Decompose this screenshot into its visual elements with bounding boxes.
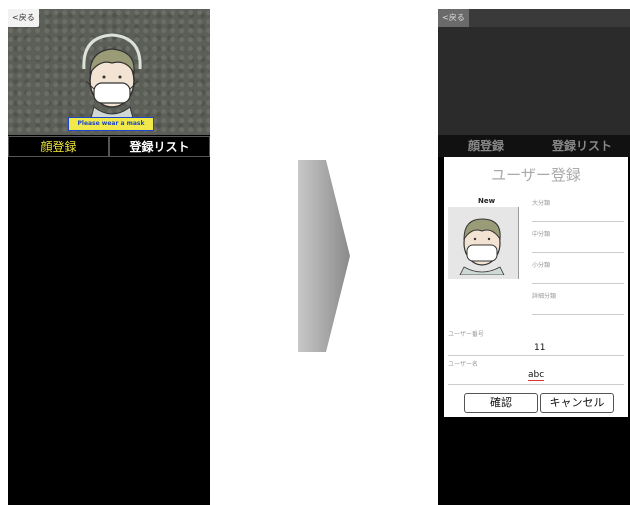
- right-phone-screen: <戻る 顔登録 登録リスト ユーザー登録 New 大分類 中分類 小分類 詳細分…: [438, 9, 630, 505]
- user-name-label: ユーザー名: [448, 361, 478, 368]
- dialog-title: ユーザー登録: [491, 166, 581, 184]
- category-detail-label: 詳細分類: [532, 293, 557, 300]
- tab-bar: 顔登録 登録リスト: [8, 136, 210, 157]
- category-small-field[interactable]: [532, 283, 624, 284]
- user-number-field[interactable]: [448, 355, 624, 356]
- new-label: New: [478, 197, 496, 205]
- category-large-label: 大分類: [532, 200, 551, 207]
- user-name-field-line: [448, 384, 624, 385]
- category-medium-label: 中分類: [532, 231, 551, 238]
- tab-register-list[interactable]: 登録リスト: [534, 135, 630, 157]
- user-name-input[interactable]: abc: [528, 370, 588, 381]
- dialog-buttons: 確認 キャンセル: [464, 393, 614, 413]
- user-registration-dialog: ユーザー登録 New 大分類 中分類 小分類 詳細分類 ユーザー番号 11 ユー…: [444, 157, 628, 417]
- cancel-button[interactable]: キャンセル: [540, 393, 614, 413]
- camera-preview-dark: <戻る: [438, 9, 630, 135]
- detection-label: Please wear a mask: [68, 117, 154, 131]
- tab-face-register[interactable]: 顔登録: [8, 136, 109, 157]
- confirm-button[interactable]: 確認: [464, 393, 538, 413]
- face-thumbnail: [459, 218, 505, 275]
- back-button[interactable]: <戻る: [438, 9, 469, 27]
- tab-face-register[interactable]: 顔登録: [438, 135, 534, 157]
- face-photo: [448, 207, 519, 279]
- back-button[interactable]: <戻る: [8, 9, 39, 27]
- category-detail-field[interactable]: [532, 314, 624, 315]
- face-illustration: [82, 33, 142, 129]
- category-small-label: 小分類: [532, 262, 551, 269]
- left-phone-screen: <戻る Please wear a mask 顔登録 登録リスト: [8, 9, 210, 505]
- camera-preview: <戻る Please wear a mask: [8, 9, 210, 135]
- user-number-label: ユーザー番号: [448, 331, 484, 338]
- transition-arrow-icon: [298, 160, 350, 352]
- tab-bar: 顔登録 登録リスト: [438, 135, 630, 157]
- user-name-value: abc: [528, 370, 545, 381]
- category-large-field[interactable]: [532, 221, 624, 222]
- tab-register-list[interactable]: 登録リスト: [109, 136, 210, 157]
- category-medium-field[interactable]: [532, 252, 624, 253]
- user-number-value: 11: [534, 343, 546, 353]
